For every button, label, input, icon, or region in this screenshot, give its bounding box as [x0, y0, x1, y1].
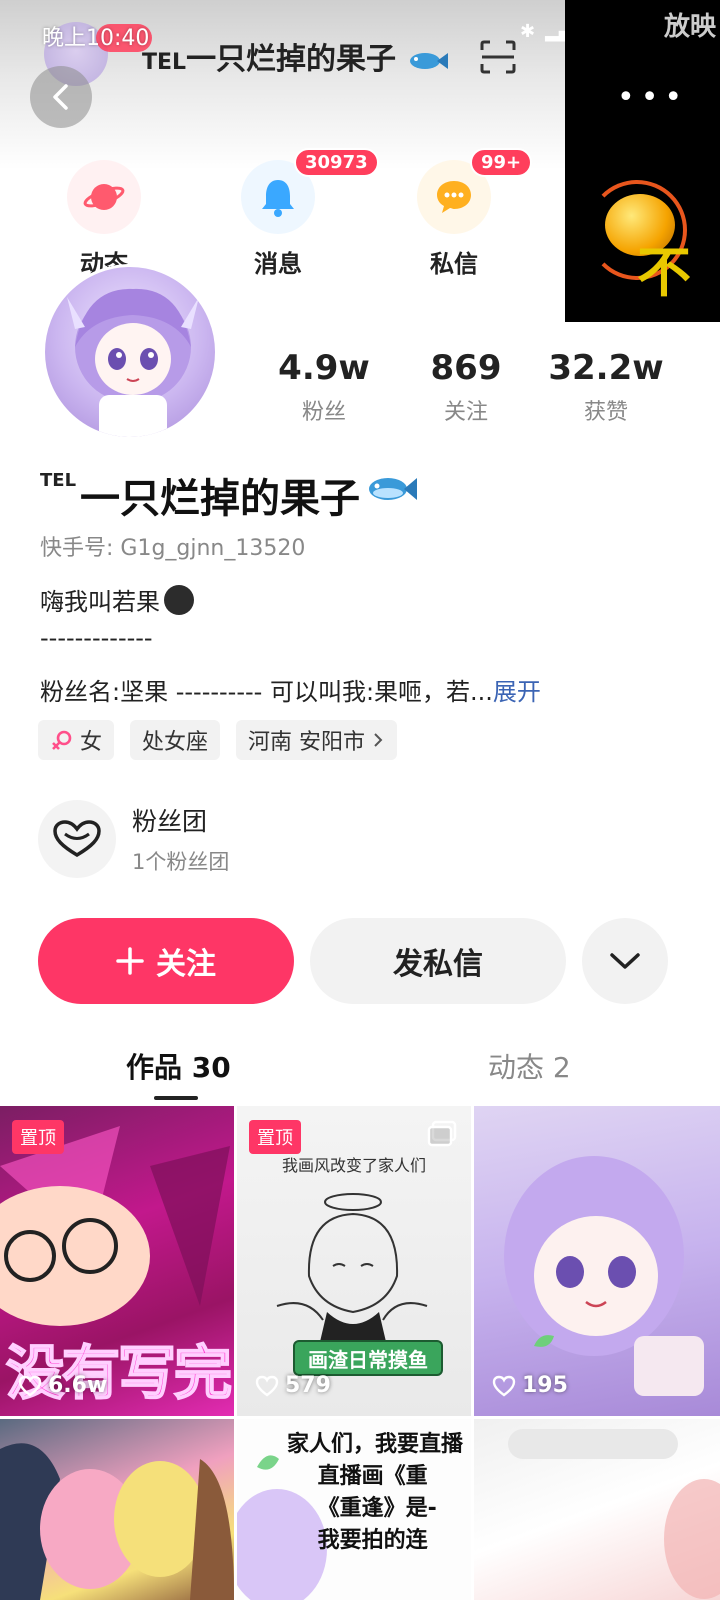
bell-icon	[262, 180, 294, 217]
tag-gender: 女	[38, 720, 115, 760]
follow-button[interactable]: 关注	[38, 918, 294, 1004]
fish-emoji-icon	[409, 52, 448, 69]
stat-fans-label: 粉丝	[301, 400, 346, 425]
thumb-5-text: 家人们，我要直播 直播画《重 《重逢》是- 我要拍的连	[287, 1432, 464, 1553]
kuaishou-id[interactable]: 快手号: G1g_gjnn_13520	[40, 530, 305, 562]
back-button[interactable]	[30, 66, 92, 128]
stat-fans-value: 4.9w	[278, 348, 370, 388]
video-thumb-6[interactable]	[474, 1419, 720, 1600]
thumb-2-banner: 画渣日常摸鱼	[293, 1340, 443, 1376]
stat-following[interactable]: 869 关注	[396, 348, 536, 426]
chat-bubble-icon	[437, 181, 471, 213]
profile-avatar[interactable]	[42, 264, 218, 440]
status-time: 晚上10:40	[42, 26, 150, 51]
video-thumb-5[interactable]: 家人们，我要直播 直播画《重 《重逢》是- 我要拍的连	[237, 1419, 471, 1600]
planet-icon	[83, 184, 125, 210]
thumb-3-illustration	[504, 1156, 704, 1396]
thumb-2-likes: 579	[255, 1373, 331, 1398]
shortcut-dynamics[interactable]: 动态	[44, 160, 164, 279]
thumb-3-likes: 195	[492, 1373, 568, 1398]
bio-line-1-text: 嗨我叫若果	[40, 588, 160, 616]
video-thumb-1[interactable]: 没有写完 置顶 6.6w	[0, 1106, 234, 1416]
profile-tags: 女 处女座 河南 安阳市	[38, 720, 398, 760]
shortcut-dynamics-circle	[67, 160, 141, 234]
messages-badge: 30973	[294, 148, 379, 177]
stat-likes-value: 32.2w	[548, 348, 664, 388]
thumb-2-likes-count: 579	[285, 1373, 331, 1398]
stat-likes-label: 获赞	[583, 400, 628, 425]
floating-more-icon[interactable]: •••	[617, 80, 688, 115]
stat-fans[interactable]: 4.9w 粉丝	[254, 348, 394, 426]
shortcut-messages[interactable]: 消息 30973	[218, 148, 379, 279]
video-thumb-3[interactable]: 195	[474, 1106, 720, 1416]
tab-dynamics[interactable]: 动态 2	[488, 1046, 571, 1086]
send-message-label: 发私信	[393, 947, 483, 982]
send-message-button[interactable]: 发私信	[310, 918, 566, 1004]
tag-location[interactable]: 河南 安阳市	[236, 720, 398, 760]
pinned-badge: 置顶	[249, 1120, 301, 1154]
gallery-icon	[427, 1120, 457, 1147]
floating-label: 放映	[663, 12, 716, 42]
bio-line-2: -------------	[40, 624, 153, 652]
shortcut-messages-label: 消息	[254, 250, 302, 278]
plus-icon	[116, 947, 144, 975]
avatar-illustration	[67, 288, 199, 437]
chevron-right-icon	[374, 733, 383, 747]
bio-line-3-text: 粉丝名:坚果 ---------- 可以叫我:果咂，若...	[40, 678, 493, 706]
thumb-3-likes-count: 195	[522, 1373, 568, 1398]
scan-icon[interactable]	[480, 40, 516, 74]
smirk-emoji-icon	[164, 584, 194, 615]
thumb-4-illustration	[0, 1443, 234, 1600]
pinned-badge: 置顶	[12, 1120, 64, 1154]
stat-following-label: 关注	[443, 400, 488, 425]
fan-club-icon-wrap[interactable]	[38, 800, 116, 878]
tab-works[interactable]: 作品 30	[126, 1046, 231, 1086]
tag-location-label: 河南 安阳市	[248, 730, 366, 755]
floating-video-window[interactable]: 放映 ••• 不	[565, 0, 720, 322]
thumb-1-likes-count: 6.6w	[48, 1373, 108, 1398]
heart-icon	[492, 1375, 516, 1396]
bio-line-1: 嗨我叫若果	[40, 582, 194, 617]
tag-zodiac: 处女座	[130, 720, 221, 760]
video-thumb-4[interactable]	[0, 1419, 234, 1600]
female-icon	[52, 730, 72, 750]
chevron-down-icon	[610, 953, 640, 969]
fish-emoji-icon	[369, 478, 418, 500]
fan-club-title[interactable]: 粉丝团	[132, 802, 207, 838]
bluetooth-icon: ✱	[520, 20, 536, 42]
thumb-6-illustration	[508, 1429, 720, 1599]
header-nickname-text: 一只烂掉的果子	[186, 42, 397, 77]
profile-nickname-row: TEL 一只烂掉的果子	[40, 466, 418, 524]
shortcut-private-messages[interactable]: 私信 99+	[394, 148, 533, 279]
tab-active-indicator	[154, 1096, 198, 1100]
stat-likes[interactable]: 32.2w 获赞	[536, 348, 676, 426]
tag-zodiac-label: 处女座	[142, 730, 209, 755]
follow-button-label: 关注	[156, 947, 216, 982]
fan-club-subtitle: 1个粉丝团	[132, 850, 230, 874]
bio-line-3: 粉丝名:坚果 ---------- 可以叫我:果咂，若...展开	[40, 672, 541, 707]
private-messages-badge: 99+	[470, 148, 533, 177]
thumb-1-likes: 6.6w	[18, 1373, 107, 1398]
heart-icon	[18, 1375, 42, 1396]
video-thumb-2[interactable]: 我画风改变了家人们 画渣日常摸鱼 置顶 579	[237, 1106, 471, 1416]
more-options-button[interactable]	[582, 918, 668, 1004]
heart-outline-icon	[53, 820, 101, 858]
header-nickname: TEL一只烂掉的果子	[142, 34, 449, 78]
tag-gender-label: 女	[80, 730, 103, 755]
header-nickname-prefix: TEL	[142, 50, 187, 75]
heart-icon	[255, 1375, 279, 1396]
shortcut-private-messages-label: 私信	[430, 250, 478, 278]
nickname-prefix: TEL	[40, 470, 77, 491]
stat-following-value: 869	[430, 348, 502, 388]
profile-nickname: 一只烂掉的果子	[80, 476, 361, 522]
expand-link[interactable]: 展开	[493, 678, 541, 706]
back-arrow-icon	[53, 84, 68, 110]
floating-overlay-glyph: 不	[637, 241, 691, 304]
